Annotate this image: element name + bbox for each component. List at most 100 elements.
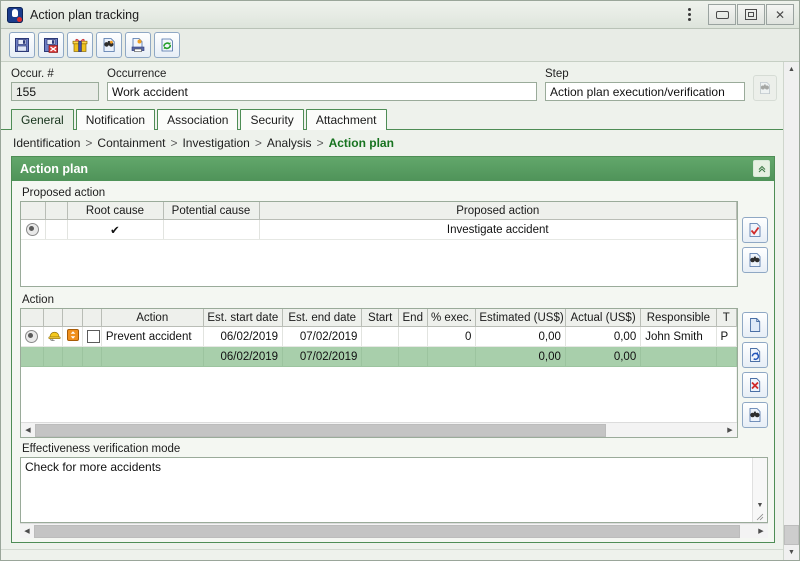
cell-start [361, 326, 400, 347]
proposed-action-search-button[interactable] [742, 247, 768, 273]
action-new-button[interactable] [742, 312, 768, 338]
header-fields: Occur. # Occurrence Step [1, 62, 783, 101]
hscroll-left-arrow-icon[interactable]: ◀ [20, 525, 34, 538]
action-search-button[interactable] [742, 402, 768, 428]
sum-est-start-date: 06/02/2019 [203, 346, 284, 367]
sum-type [716, 346, 737, 367]
hscroll-track[interactable] [35, 423, 723, 437]
table-row[interactable]: ✔ Investigate accident [21, 219, 737, 240]
page-vscrollbar[interactable]: ▲ ▼ [783, 62, 799, 560]
package-button[interactable] [67, 32, 93, 58]
proposed-action-grid: Root cause Potential cause Proposed acti… [20, 201, 738, 287]
save-delete-icon [44, 38, 58, 53]
row-select-cell[interactable] [21, 219, 46, 240]
action-grid-hscrollbar[interactable]: ◀ ▶ [21, 422, 737, 437]
effectiveness-vscrollbar[interactable]: ▼ [752, 458, 767, 522]
resize-grip-icon [756, 513, 764, 521]
hscroll-track[interactable] [34, 524, 754, 538]
cell-end [398, 326, 428, 347]
refresh-button[interactable] [154, 32, 180, 58]
proposed-action-select-button[interactable] [742, 217, 768, 243]
step-search-button[interactable] [753, 75, 777, 101]
action-refresh-button[interactable] [742, 342, 768, 368]
hscroll-thumb[interactable] [35, 423, 607, 437]
col-start: Start [361, 309, 400, 327]
sum-select [21, 346, 44, 367]
save-and-exit-button[interactable] [38, 32, 64, 58]
col-responsible: Responsible [640, 309, 717, 327]
hard-hat-icon [48, 331, 61, 342]
effectiveness-scroll-down-icon[interactable]: ▼ [757, 498, 764, 512]
report-button[interactable] [125, 32, 151, 58]
tab-general[interactable]: General [11, 109, 74, 130]
col-pct-exec: % exec. [427, 309, 477, 327]
tab-attachment[interactable]: Attachment [305, 109, 387, 130]
occurrence-number-input[interactable] [11, 82, 99, 101]
save-button[interactable] [9, 32, 35, 58]
binoculars-document-icon [103, 38, 115, 52]
collapse-icon[interactable] [753, 160, 770, 177]
minimize-button[interactable] [708, 4, 736, 25]
row-check-cell[interactable] [82, 326, 102, 347]
tab-notification[interactable]: Notification [75, 109, 156, 130]
tab-security[interactable]: Security [240, 109, 304, 130]
hscroll-right-arrow-icon[interactable]: ▶ [723, 424, 737, 437]
breadcrumb-item-investigation[interactable]: Investigation [182, 136, 249, 150]
effectiveness-hscrollbar[interactable]: ◀ ▶ [20, 523, 768, 538]
toolbar [1, 29, 799, 62]
row-radio[interactable] [26, 223, 40, 236]
col-select [21, 202, 46, 220]
table-summary-row: 06/02/2019 07/02/2019 0,00 0,00 [21, 346, 737, 367]
vscroll-thumb[interactable] [784, 525, 799, 545]
cell-potential-cause [163, 219, 260, 240]
table-row-empty [21, 366, 737, 386]
hscroll-left-arrow-icon[interactable]: ◀ [21, 424, 35, 437]
action-buttons [742, 308, 768, 428]
table-row-empty [21, 239, 737, 259]
breadcrumb-item-identification[interactable]: Identification [13, 136, 80, 150]
binoculars-icon [760, 81, 770, 95]
window-menu-dots-icon[interactable] [682, 6, 696, 24]
col-actual: Actual (US$) [565, 309, 642, 327]
col-potential-cause: Potential cause [163, 202, 260, 220]
row-select-cell[interactable] [21, 326, 44, 347]
col-select [21, 309, 44, 327]
cell-est-start-date: 06/02/2019 [203, 326, 284, 347]
effectiveness-text[interactable]: Check for more accidents [21, 458, 752, 522]
maximize-button[interactable] [737, 4, 765, 25]
breadcrumb-item-containment[interactable]: Containment [97, 136, 165, 150]
window-controls: ✕ [708, 4, 794, 25]
col-proposed-action: Proposed action [259, 202, 737, 220]
sum-end [398, 346, 428, 367]
breadcrumb-item-analysis[interactable]: Analysis [267, 136, 312, 150]
cell-action: Prevent accident [101, 326, 204, 347]
row-checkbox[interactable] [86, 330, 100, 343]
action-delete-button[interactable] [742, 372, 768, 398]
col-check [82, 309, 102, 327]
tab-association[interactable]: Association [157, 109, 239, 130]
proposed-action-buttons [742, 201, 768, 273]
effectiveness-textarea[interactable]: Check for more accidents ▼ [20, 457, 768, 523]
table-row[interactable]: Prevent accident 06/02/2019 07/02/2019 0… [21, 326, 737, 347]
search-button[interactable] [96, 32, 122, 58]
hscroll-right-arrow-icon[interactable]: ▶ [754, 525, 768, 538]
vscroll-track[interactable] [784, 77, 799, 525]
cell-estimated: 0,00 [475, 326, 566, 347]
close-button[interactable]: ✕ [766, 4, 794, 25]
vscroll-down-arrow-icon[interactable]: ▼ [784, 545, 799, 560]
hscroll-thumb[interactable] [34, 524, 740, 538]
sum-start [361, 346, 400, 367]
row-radio[interactable] [25, 330, 39, 343]
effectiveness-label: Effectiveness verification mode [22, 443, 181, 455]
cell-responsible: John Smith [640, 326, 717, 347]
step-input[interactable] [545, 82, 745, 101]
vscroll-up-arrow-icon[interactable]: ▲ [784, 62, 799, 77]
occurrence-label: Occurrence [107, 68, 167, 80]
col-worker [43, 309, 64, 327]
cell-proposed-action: Investigate accident [259, 219, 737, 240]
cell-type: P [716, 326, 737, 347]
col-priority [62, 309, 83, 327]
col-type: T [716, 309, 737, 327]
occurrence-input[interactable] [107, 82, 537, 101]
action-plan-panel: Action plan Proposed action Root cause P… [11, 156, 775, 543]
